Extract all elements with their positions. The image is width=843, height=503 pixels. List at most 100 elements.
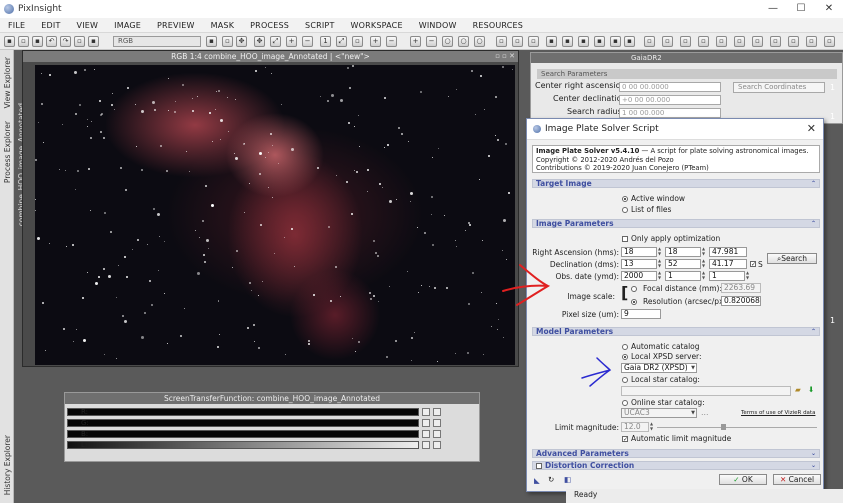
stf-row-g[interactable]: G: <box>67 418 477 428</box>
zoom-icon[interactable]: ○ <box>458 36 469 47</box>
stf-icon[interactable]: ▪ <box>578 36 589 47</box>
xpsd-server-select[interactable]: Gaia DR2 (XPSD) ▼ <box>621 363 697 373</box>
menu-image[interactable]: IMAGE <box>106 21 149 30</box>
zoom-out-icon[interactable]: − <box>426 36 437 47</box>
tab-view-explorer[interactable]: View Explorer <box>0 54 14 112</box>
stf-row-b[interactable]: B: <box>67 429 477 439</box>
zoom-in-icon[interactable]: + <box>410 36 421 47</box>
maximize-button[interactable]: ☐ <box>787 0 815 18</box>
menu-mask[interactable]: MASK <box>203 21 243 30</box>
cancel-button[interactable]: ✕ Cancel <box>773 474 821 485</box>
menu-preview[interactable]: PREVIEW <box>149 21 203 30</box>
online-catalog-select[interactable]: UCAC3 ▼ <box>621 408 697 418</box>
ra-seconds-field[interactable]: 47.981 <box>709 247 747 257</box>
tool-icon[interactable]: ▫ <box>824 36 835 47</box>
center-ra-field[interactable]: 0 00 00.0000 <box>619 82 721 92</box>
stf-row-icon[interactable] <box>433 419 441 427</box>
auto-limit-magnitude-checkbox[interactable]: ✓ <box>622 436 628 443</box>
copy-icon[interactable]: ▫ <box>74 36 85 47</box>
stf-row-icon[interactable] <box>433 430 441 438</box>
pan-icon[interactable]: ✥ <box>236 36 247 47</box>
pixel-size-field[interactable]: 9 <box>621 309 661 319</box>
section-distortion-correction[interactable]: Distortion Correction ⌄ <box>532 461 820 470</box>
zoom-icon[interactable]: ○ <box>474 36 485 47</box>
dialog-close-button[interactable]: ✕ <box>807 122 816 135</box>
zoom-fit-icon[interactable]: ⤢ <box>336 36 347 47</box>
channel-icon[interactable]: ▪ <box>206 36 217 47</box>
undo-icon[interactable]: ↶ <box>46 36 57 47</box>
fit-icon[interactable]: ⤢ <box>270 36 281 47</box>
view-select[interactable]: RGB <box>113 36 201 47</box>
spin-icon[interactable]: ▲ ▼ <box>745 270 750 281</box>
open-icon[interactable]: ▫ <box>18 36 29 47</box>
spin-icon[interactable]: ▲ ▼ <box>701 258 706 269</box>
search-parameters-section[interactable]: Search Parameters <box>537 69 837 79</box>
center-dec-field[interactable]: +0 00 00.000 <box>619 95 721 105</box>
stf-row-icon[interactable] <box>433 408 441 416</box>
spin-icon[interactable]: ▲ ▼ <box>701 246 706 257</box>
zoom-in-icon[interactable]: + <box>286 36 297 47</box>
redo-icon[interactable]: ↷ <box>60 36 71 47</box>
online-star-catalog-radio[interactable] <box>622 400 628 406</box>
dec-minutes-field[interactable]: 52 <box>665 259 701 269</box>
tool-icon[interactable]: ▫ <box>770 36 781 47</box>
readout-icon[interactable]: ▫ <box>496 36 507 47</box>
stf-histogram[interactable] <box>67 441 419 449</box>
spin-icon[interactable]: ▲ ▼ <box>701 270 706 281</box>
new-instance-icon[interactable]: ◣ <box>534 476 540 485</box>
limit-magnitude-slider[interactable] <box>657 427 817 428</box>
section-advanced-parameters[interactable]: Advanced Parameters ⌄ <box>532 449 820 458</box>
info-icon[interactable]: ◧ <box>564 475 571 484</box>
section-image-parameters[interactable]: Image Parameters ⌃ <box>532 219 820 228</box>
stf-window[interactable]: ScreenTransferFunction: combine_HOO_imag… <box>64 392 480 462</box>
focal-distance-field[interactable]: 2263.69 <box>721 283 761 293</box>
menu-resources[interactable]: RESOURCES <box>465 21 532 30</box>
channel-icon[interactable]: ▫ <box>222 36 233 47</box>
close-button[interactable]: ✕ <box>815 0 843 18</box>
tab-history-explorer[interactable]: History Explorer <box>0 430 14 500</box>
tool-icon[interactable]: ▫ <box>680 36 691 47</box>
list-of-files-radio[interactable] <box>622 207 628 213</box>
readout-icon[interactable]: ▫ <box>512 36 523 47</box>
local-star-catalog-field[interactable] <box>621 386 791 396</box>
stf-row-icon[interactable] <box>422 408 430 416</box>
resolution-field[interactable]: 0.820068 <box>721 296 761 306</box>
stf-row-l[interactable]: L: <box>67 440 477 450</box>
image-canvas[interactable] <box>35 65 515 365</box>
active-window-radio[interactable] <box>622 196 628 202</box>
tool-icon[interactable]: ▫ <box>644 36 655 47</box>
image-window[interactable]: RGB 1:4 combine_HOO_image_Annotated | <"… <box>22 50 519 367</box>
spin-icon[interactable]: ▲ ▼ <box>657 258 662 269</box>
local-xpsd-radio[interactable] <box>622 354 628 360</box>
vizier-terms-link[interactable]: Terms of use of VizieR data <box>741 410 815 416</box>
menu-view[interactable]: VIEW <box>69 21 107 30</box>
dec-seconds-field[interactable]: 41.17 <box>709 259 747 269</box>
obs-month-field[interactable]: 1 <box>665 271 701 281</box>
stf-histogram[interactable] <box>67 430 419 438</box>
stf-row-icon[interactable] <box>422 441 430 449</box>
menu-file[interactable]: FILE <box>0 21 33 30</box>
menu-script[interactable]: SCRIPT <box>297 21 343 30</box>
tool-icon[interactable]: ▫ <box>662 36 673 47</box>
obs-year-field[interactable]: 2000 <box>621 271 657 281</box>
stf-icon[interactable]: ▪ <box>546 36 557 47</box>
limit-magnitude-field[interactable]: 12.0 <box>621 422 649 432</box>
zoom-in-icon[interactable]: + <box>370 36 381 47</box>
section-model-parameters[interactable]: Model Parameters ⌃ <box>532 327 820 336</box>
readout-icon[interactable]: ▫ <box>528 36 539 47</box>
spin-icon[interactable]: ▲ ▼ <box>657 270 662 281</box>
expand-icon[interactable]: ⌄ <box>811 462 816 470</box>
search-button[interactable]: ⌕Search <box>767 253 817 264</box>
menu-edit[interactable]: EDIT <box>33 21 68 30</box>
tab-process-explorer[interactable]: Process Explorer <box>0 116 14 188</box>
stf-row-icon[interactable] <box>422 419 430 427</box>
automatic-catalog-radio[interactable] <box>622 344 628 350</box>
resolution-radio[interactable] <box>631 299 637 305</box>
collapse-icon[interactable]: ⌃ <box>811 220 816 228</box>
reset-icon[interactable]: ↻ <box>548 475 554 484</box>
menu-window[interactable]: WINDOW <box>411 21 465 30</box>
tool-icon[interactable]: ▫ <box>716 36 727 47</box>
folder-icon[interactable]: ▰ <box>795 385 801 394</box>
only-apply-optimization-checkbox[interactable] <box>622 236 628 242</box>
ra-minutes-field[interactable]: 18 <box>665 247 701 257</box>
